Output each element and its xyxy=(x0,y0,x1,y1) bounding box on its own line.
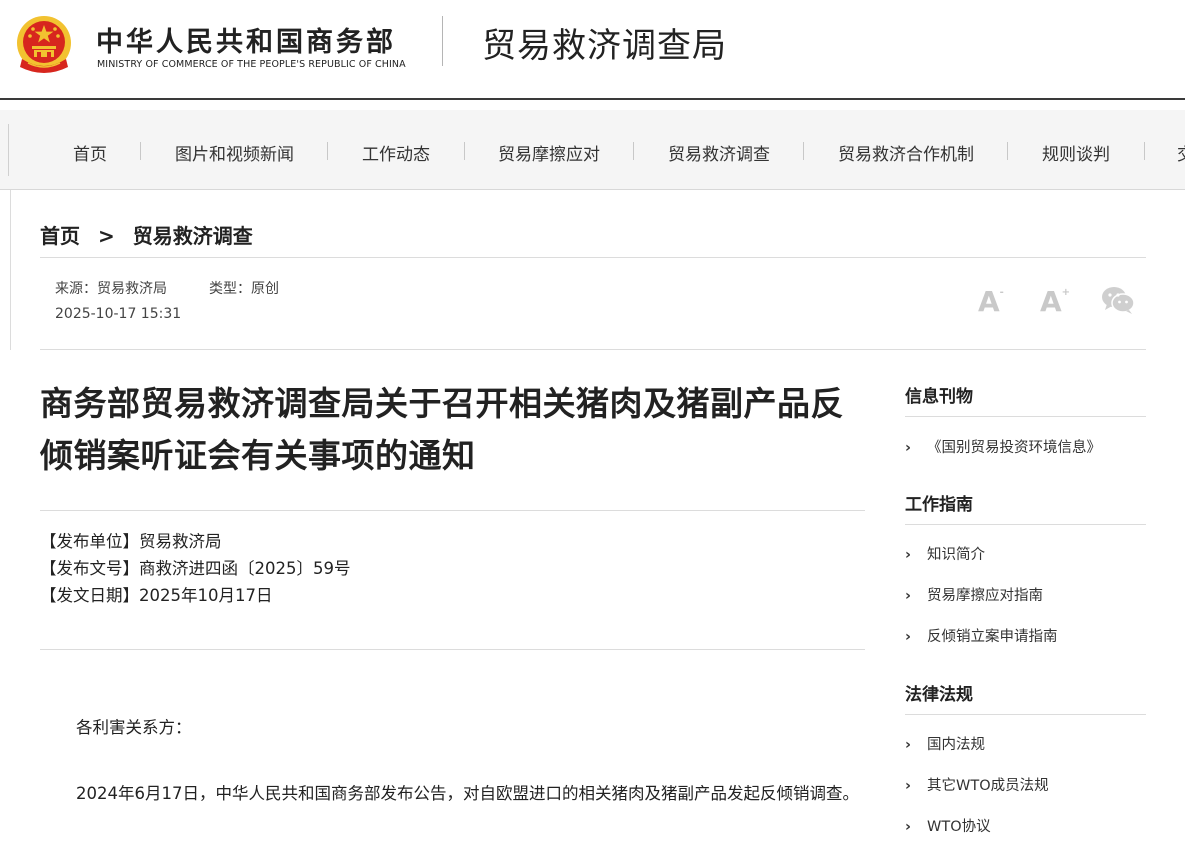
breadcrumb-home[interactable]: 首页 xyxy=(40,224,80,248)
bureau-title[interactable]: 贸易救济调查局 xyxy=(482,18,727,67)
nav-item-work-updates[interactable]: 工作动态 xyxy=(362,140,430,165)
site-header: 中华人民共和国商务部 MINISTRY OF COMMERCE OF THE P… xyxy=(0,0,1185,100)
breadcrumb-current[interactable]: 贸易救济调查 xyxy=(133,224,253,248)
sidebar-item-wto-member-laws[interactable]: › 其它WTO成员法规 xyxy=(905,774,1049,795)
article-paragraph: 2024年6月17日，中华人民共和国商务部发布公告，对自欧盟进口的相关猪肉及猪副… xyxy=(76,784,859,803)
chevron-right-icon: › xyxy=(905,778,911,794)
breadcrumb: 首页 > 贸易救济调查 xyxy=(40,220,253,249)
article-salutation: 各利害关系方： xyxy=(76,718,192,737)
article-title: 商务部贸易救济调查局关于召开相关猪肉及猪副产品反倾销案听证会有关事项的通知 xyxy=(40,384,844,475)
nav-item-truncated[interactable]: 交 xyxy=(1177,140,1185,165)
sidebar-item-wto-agreements[interactable]: › WTO协议 xyxy=(905,815,991,836)
nav-item-trade-remedy-investigation[interactable]: 贸易救济调查 xyxy=(668,140,770,165)
nav-separator xyxy=(803,142,804,160)
sidebar-item-label: 国内法规 xyxy=(927,737,985,753)
breadcrumb-separator: > xyxy=(98,224,115,248)
sidebar-item-label: 反倾销立案申请指南 xyxy=(927,629,1058,645)
sidebar-item-label: 《国别贸易投资环境信息》 xyxy=(927,440,1101,456)
nav-separator xyxy=(327,142,328,160)
sidebar-divider xyxy=(905,524,1146,525)
content-left-border xyxy=(10,190,11,350)
sidebar-item-antidumping-guide[interactable]: › 反倾销立案申请指南 xyxy=(905,625,1058,646)
chevron-right-icon: › xyxy=(905,629,911,645)
ministry-name-en[interactable]: MINISTRY OF COMMERCE OF THE PEOPLE'S REP… xyxy=(97,59,406,70)
sidebar-heading-publications: 信息刊物 xyxy=(905,387,973,407)
nav-separator xyxy=(140,142,141,160)
chevron-right-icon: › xyxy=(905,588,911,604)
sidebar-item-knowledge-intro[interactable]: › 知识简介 xyxy=(905,543,985,564)
chevron-right-icon: › xyxy=(905,440,911,456)
sidebar-heading-laws: 法律法规 xyxy=(905,685,973,705)
sidebar-item-label: 其它WTO成员法规 xyxy=(927,778,1049,794)
chevron-right-icon: › xyxy=(905,547,911,563)
main-nav: 首页 图片和视频新闻 工作动态 贸易摩擦应对 贸易救济调查 贸易救济合作机制 规… xyxy=(0,110,1185,190)
header-divider xyxy=(442,16,443,66)
font-decrease-label: A xyxy=(978,285,1000,318)
article-datetime: 2025-10-17 15:31 xyxy=(55,306,182,322)
nav-separator xyxy=(1144,142,1145,160)
breadcrumb-divider xyxy=(40,257,1146,258)
nav-item-trade-friction[interactable]: 贸易摩擦应对 xyxy=(498,140,600,165)
nav-item-photo-video-news[interactable]: 图片和视频新闻 xyxy=(175,140,294,165)
nav-item-rules-negotiation[interactable]: 规则谈判 xyxy=(1042,140,1110,165)
sidebar-divider xyxy=(905,416,1146,417)
sidebar-item-domestic-laws[interactable]: › 国内法规 xyxy=(905,733,985,754)
ministry-name-cn[interactable]: 中华人民共和国商务部 xyxy=(96,20,396,59)
wechat-share-icon[interactable] xyxy=(1101,285,1135,315)
sidebar-item-friction-guide[interactable]: › 贸易摩擦应对指南 xyxy=(905,584,1043,605)
sidebar-item-label: 贸易摩擦应对指南 xyxy=(927,588,1043,604)
meta-divider xyxy=(40,349,1146,350)
nav-separator xyxy=(464,142,465,160)
info-divider xyxy=(40,649,865,650)
font-increase-label: A xyxy=(1040,285,1062,318)
font-increase-button[interactable]: A+ xyxy=(1040,285,1070,318)
sidebar-item-label: 知识简介 xyxy=(927,547,985,563)
article-type: 类型：原创 xyxy=(209,281,279,297)
sidebar-item-label: WTO协议 xyxy=(927,819,991,835)
nav-item-home[interactable]: 首页 xyxy=(73,140,107,165)
font-decrease-button[interactable]: A- xyxy=(978,285,1004,318)
font-decrease-mark: - xyxy=(999,287,1004,298)
article-issue-date: 【发文日期】2025年10月17日 xyxy=(40,586,273,605)
chevron-right-icon: › xyxy=(905,737,911,753)
sidebar-item-country-env-info[interactable]: › 《国别贸易投资环境信息》 xyxy=(905,436,1101,457)
nav-separator xyxy=(633,142,634,160)
chevron-right-icon: › xyxy=(905,819,911,835)
nav-separator xyxy=(1007,142,1008,160)
sidebar-divider xyxy=(905,714,1146,715)
title-divider xyxy=(40,510,865,511)
sidebar-heading-work-guide: 工作指南 xyxy=(905,495,973,515)
national-emblem-icon[interactable] xyxy=(14,13,74,77)
nav-left-divider xyxy=(8,124,9,176)
font-increase-mark: + xyxy=(1061,287,1071,298)
nav-item-cooperation-mechanism[interactable]: 贸易救济合作机制 xyxy=(838,140,974,165)
article-doc-number: 【发布文号】商救济进四函〔2025〕59号 xyxy=(40,559,351,578)
article-source: 来源：贸易救济局 xyxy=(55,281,167,297)
article-issuer: 【发布单位】贸易救济局 xyxy=(40,532,222,551)
